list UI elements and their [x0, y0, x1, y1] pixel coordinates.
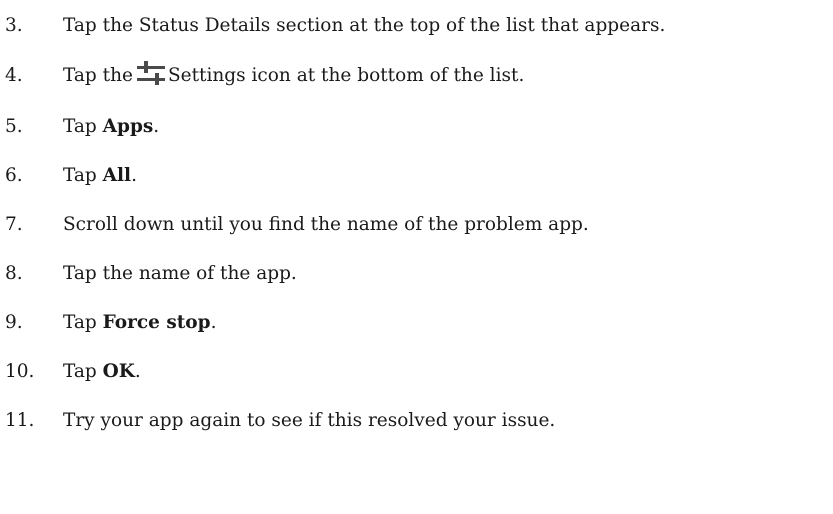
step-text-bold: Force stop [102, 311, 211, 333]
step-number: 6. [5, 164, 23, 186]
step-text: Scroll down until you find the name of t… [63, 213, 589, 235]
step-text-before: Tap [63, 311, 103, 333]
instruction-list: 3. Tap the Status Details section at the… [0, 0, 833, 514]
step-number: 3. [5, 14, 23, 36]
settings-sliders-icon [136, 60, 166, 86]
step-number: 11. [5, 409, 35, 431]
step-text-after: . [210, 311, 217, 333]
step-text: Tap All . [63, 164, 137, 186]
step-number: 10. [5, 360, 35, 382]
step-text-bold: Apps [102, 115, 154, 137]
step-text-after: . [131, 164, 137, 186]
step-number: 5. [5, 115, 23, 137]
step-text-before: Tap [63, 360, 103, 382]
step-text: Tap the Settings icon at the bottom of t… [63, 60, 525, 89]
step-text: Tap Force stop . [63, 311, 217, 333]
step-text-bold: All [102, 164, 132, 186]
step-text-after: . [134, 360, 141, 382]
step-text: Tap the name of the app. [63, 262, 297, 284]
step-text: Try your app again to see if this resolv… [63, 409, 556, 431]
step-text: Tap the Status Details section at the to… [63, 14, 666, 36]
step-text-before: Tap [63, 164, 103, 186]
step-text: Tap Apps . [63, 115, 160, 137]
step-number: 8. [5, 262, 23, 284]
step-number: 9. [5, 311, 23, 333]
step-number: 4. [5, 64, 23, 86]
step-number: 7. [5, 213, 23, 235]
step-text: Tap OK . [63, 360, 141, 382]
step-text-after: Settings icon at the bottom of the list. [167, 64, 525, 86]
step-text-bold: OK [102, 360, 135, 382]
step-text-after: . [153, 115, 160, 137]
step-text-before: Tap the [63, 64, 133, 86]
step-text-before: Tap [63, 115, 103, 137]
